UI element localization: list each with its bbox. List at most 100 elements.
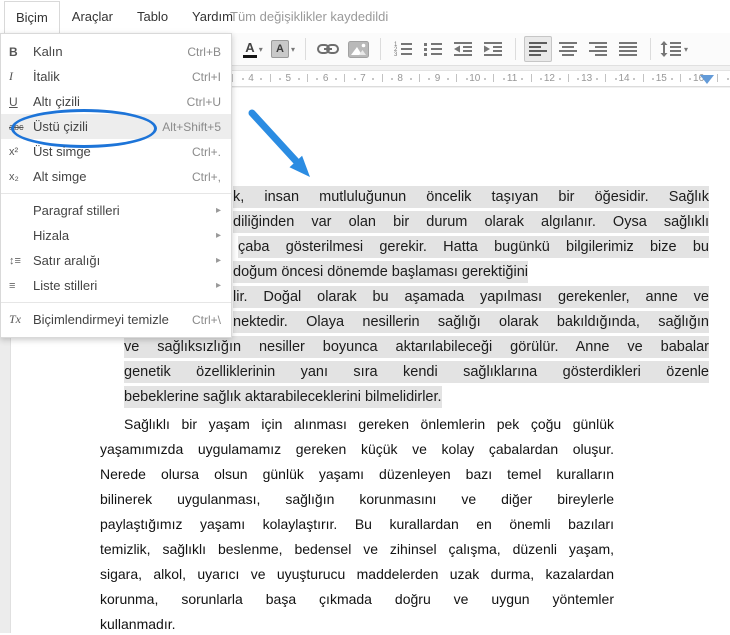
submenu-arrow-icon: ▸	[216, 230, 221, 241]
align-right-button[interactable]	[584, 36, 612, 62]
menu-item-paragraf-stilleri[interactable]: Paragraf stilleri▸	[1, 198, 231, 223]
align-center-button[interactable]	[554, 36, 582, 62]
submenu-arrow-icon: ▸	[216, 280, 221, 291]
menu-item-label: Paragraf stilleri	[33, 203, 216, 218]
ruler-tick	[456, 74, 457, 82]
menu-shortcut: Ctrl+\	[192, 313, 221, 327]
numbered-list-icon: 123	[393, 41, 413, 57]
ruler-tick	[717, 74, 718, 82]
text-line: genetik özelliklerinin yanı sıra kendi s…	[124, 361, 709, 383]
svg-text:3: 3	[394, 52, 398, 57]
menubar-item-biçim[interactable]: Biçim	[4, 1, 60, 33]
highlight-color-button[interactable]: A ▾	[269, 36, 297, 62]
align-justify-icon	[618, 41, 638, 57]
ruler-number: 8	[390, 73, 410, 84]
menu-item-label: Hizala	[33, 228, 216, 243]
insert-image-icon	[348, 41, 369, 58]
menubar-item-tablo[interactable]: Tablo	[125, 1, 180, 32]
ruler-number: 10	[465, 73, 485, 84]
ruler-tick	[521, 78, 523, 80]
insert-link-button[interactable]	[314, 36, 342, 62]
menu-item-altı-çizili[interactable]: UAltı çiziliCtrl+U	[1, 89, 231, 114]
ruler-tick	[596, 78, 598, 80]
text-color-button[interactable]: A ▾	[239, 36, 267, 62]
line-spacing-icon	[660, 41, 682, 57]
ruler-number: 7	[353, 73, 373, 84]
menu-shortcut: Ctrl+.	[192, 145, 221, 159]
toolbar-separator	[380, 38, 381, 60]
ruler-tick	[447, 78, 449, 80]
menu-item-label: Üstü çizili	[33, 119, 162, 134]
increase-indent-icon	[483, 41, 503, 57]
ruler-number: 6	[316, 73, 336, 84]
line-spacing-button[interactable]: ▾	[659, 36, 689, 62]
menu-item-üst-simge[interactable]: x²Üst simgeCtrl+.	[1, 139, 231, 164]
chevron-down-icon: ▾	[259, 45, 263, 54]
align-left-button[interactable]	[524, 36, 552, 62]
menu-shortcut: Ctrl+B	[187, 45, 221, 59]
menu-item-satır-aralığı[interactable]: ↕≡Satır aralığı▸	[1, 248, 231, 273]
align-right-icon	[588, 41, 608, 57]
google-docs-window: k, insan mutluluğunun öncelik taşıyan bi…	[0, 0, 730, 633]
ruler-tick	[419, 74, 420, 82]
ruler-tick	[493, 74, 494, 82]
text-line: ve sağlıksızlığın nesiller boyunca aktar…	[124, 336, 709, 358]
align-justify-button[interactable]	[614, 36, 642, 62]
ruler-tick	[643, 74, 644, 82]
menu-item-kalın[interactable]: BKalınCtrl+B	[1, 39, 231, 64]
menu-item-biçimlendirmeyi-temizle[interactable]: TxBiçimlendirmeyi temizleCtrl+\	[1, 307, 231, 332]
superscript-icon: x²	[9, 146, 33, 158]
ruler-tick	[410, 78, 412, 80]
menu-item-label: Biçimlendirmeyi temizle	[33, 312, 192, 327]
menu-separator	[1, 193, 231, 194]
right-indent-marker[interactable]	[700, 75, 714, 84]
menu-shortcut: Ctrl+U	[187, 95, 221, 109]
ruler-number: 15	[651, 73, 671, 84]
ruler-tick	[727, 78, 729, 80]
ruler-tick	[298, 78, 300, 80]
ruler-tick	[307, 74, 308, 82]
text-line: kullanmadır.	[100, 613, 175, 635]
increase-indent-button[interactable]	[479, 36, 507, 62]
format-menu: BKalınCtrl+BIİtalikCtrl+IUAltı çiziliCtr…	[0, 33, 232, 338]
insert-image-button[interactable]	[344, 36, 372, 62]
text-line: temizlik, sağlıklı beslenme, bedensel ve…	[100, 538, 614, 560]
ruler-number: 12	[539, 73, 559, 84]
chevron-down-icon: ▾	[291, 45, 295, 54]
text-line: bebeklerine sağlık aktarabileceklerini b…	[124, 386, 442, 408]
menu-item-alt-simge[interactable]: x₂Alt simgeCtrl+,	[1, 164, 231, 189]
highlight-color-icon: A	[271, 40, 289, 58]
ruler-tick	[270, 74, 271, 82]
text-line: lir. Doğal olarak bu aşamada yapılması g…	[233, 286, 709, 308]
decrease-indent-button[interactable]	[449, 36, 477, 62]
numbered-list-button[interactable]: 123	[389, 36, 417, 62]
ruler-tick	[344, 74, 345, 82]
clear-formatting-icon: Tx	[9, 312, 33, 327]
menu-separator	[1, 302, 231, 303]
toolbar-separator	[305, 38, 306, 60]
menu-shortcut: Ctrl+,	[192, 170, 221, 184]
text-line: Sağlıklı bir yaşam için alınması gereken…	[124, 413, 614, 435]
strikethrough-icon: abc	[9, 122, 33, 132]
menu-item-hizala[interactable]: Hizala▸	[1, 223, 231, 248]
menu-shortcut: Alt+Shift+5	[162, 120, 221, 134]
text-line: doğum öncesi dönemde başlaması gerektiği…	[233, 261, 528, 283]
ruler-tick	[372, 78, 374, 80]
menu-shortcut: Ctrl+I	[192, 70, 221, 84]
ruler-tick	[680, 74, 681, 82]
ruler-tick	[382, 74, 383, 82]
bullet-list-button[interactable]	[419, 36, 447, 62]
italic-icon: I	[9, 69, 33, 84]
menubar-item-araçlar[interactable]: Araçlar	[60, 1, 125, 32]
ruler-tick	[484, 78, 486, 80]
bullet-list-icon	[423, 41, 443, 57]
text-line: yaşamımızda uygulamamız gereken küçük ve…	[100, 438, 614, 460]
insert-link-icon	[317, 41, 339, 57]
ruler-tick	[633, 78, 635, 80]
menu-item-üstü-çizili[interactable]: abcÜstü çiziliAlt+Shift+5	[1, 114, 231, 139]
ruler-number: 14	[614, 73, 634, 84]
menu-item-i̇talik[interactable]: IİtalikCtrl+I	[1, 64, 231, 89]
subscript-icon: x₂	[9, 171, 33, 183]
align-center-icon	[558, 41, 578, 57]
menu-item-liste-stilleri[interactable]: ≡Liste stilleri▸	[1, 273, 231, 298]
